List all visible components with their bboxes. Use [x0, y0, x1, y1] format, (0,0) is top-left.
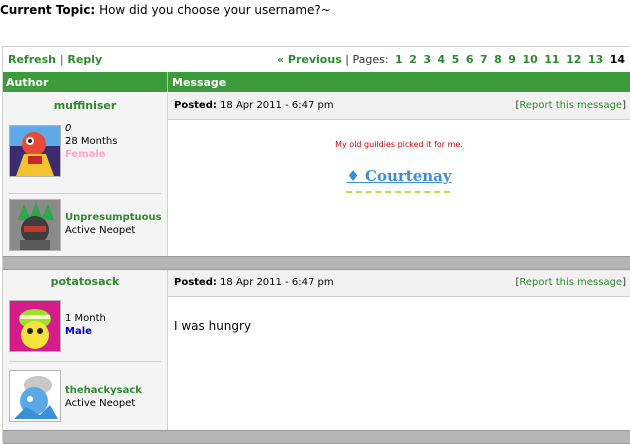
pages-label: | Pages:	[345, 53, 389, 66]
pet-info: thehackysack Active Neopet	[65, 384, 142, 410]
report-area: [Report this message]	[515, 277, 626, 288]
current-page: 14	[609, 53, 625, 66]
page-link-10[interactable]: 10	[522, 53, 537, 66]
author-gender: Female	[65, 149, 106, 160]
author-stats: 0 28 Months Female	[65, 122, 117, 161]
report-area: [Report this message]	[515, 100, 626, 111]
user-avatar[interactable]	[9, 300, 61, 352]
page-link-7[interactable]: 7	[480, 53, 488, 66]
report-message-link[interactable]: Report this message	[519, 100, 622, 111]
page-link-13[interactable]: 13	[588, 53, 603, 66]
author-stats: 1 Month Male	[65, 312, 106, 338]
posted-date: 18 Apr 2011 - 6:47 pm	[220, 277, 334, 288]
pet-avatar-image[interactable]	[9, 199, 61, 251]
nav-separator: |	[59, 53, 64, 66]
signature[interactable]: ♦ Courtenay	[168, 167, 630, 185]
pet-name[interactable]: thehackysack	[65, 384, 142, 397]
page-link-9[interactable]: 9	[508, 53, 516, 66]
message-body: My old guildies picked it for me.	[335, 140, 463, 149]
post-separator	[3, 430, 630, 444]
post-1-pet-row: Unpresumptuous Active Neopet	[3, 193, 167, 256]
author-username[interactable]: muffiniser	[3, 99, 167, 112]
page-link-6[interactable]: 6	[466, 53, 474, 66]
topic-title: How did you choose your username?~	[99, 3, 331, 17]
post-separator	[3, 256, 630, 270]
author-panel: potatosack 1 Month Male thehackysack Act…	[3, 270, 168, 430]
current-topic: Current Topic: How did you choose your u…	[0, 3, 331, 17]
posted-info: Posted: 18 Apr 2011 - 6:47 pm	[174, 100, 334, 111]
author-username[interactable]: potatosack	[3, 275, 167, 288]
author-divider	[9, 361, 161, 362]
post-2: potatosack 1 Month Male thehackysack Act…	[3, 270, 630, 430]
author-gender: Male	[65, 326, 92, 337]
thread-navbar: Refresh | Reply « Previous | Pages: 1 2 …	[3, 47, 630, 71]
page-link-5[interactable]: 5	[452, 53, 460, 66]
previous-page-link[interactable]: « Previous	[277, 53, 342, 66]
page-link-1[interactable]: 1	[395, 53, 403, 66]
report-message-link[interactable]: Report this message	[519, 277, 622, 288]
page-link-2[interactable]: 2	[409, 53, 417, 66]
author-age: 1 Month	[65, 313, 106, 324]
posted-info: Posted: 18 Apr 2011 - 6:47 pm	[174, 277, 334, 288]
table-header: Author Message	[3, 72, 630, 92]
pet-divider	[9, 193, 161, 194]
pagination: « Previous | Pages: 1 2 3 4 5 6 7 8 9 10…	[277, 53, 625, 66]
pet-info: Unpresumptuous Active Neopet	[65, 211, 162, 237]
author-age: 28 Months	[65, 136, 118, 147]
user-avatar[interactable]	[9, 125, 61, 177]
posted-label: Posted:	[174, 100, 217, 111]
pet-name[interactable]: Unpresumptuous	[65, 211, 162, 224]
page-link-12[interactable]: 12	[566, 53, 581, 66]
pet-status: Active Neopet	[65, 398, 136, 409]
refresh-link[interactable]: Refresh	[8, 53, 56, 66]
message-panel: Posted: 18 Apr 2011 - 6:47 pm [Report th…	[168, 93, 630, 256]
posted-bar: Posted: 18 Apr 2011 - 6:47 pm [Report th…	[168, 93, 630, 120]
signature-dashes	[346, 191, 450, 193]
topic-label: Current Topic:	[0, 3, 96, 17]
author-stat-count: 0	[65, 123, 72, 134]
page-link-8[interactable]: 8	[494, 53, 502, 66]
posted-label: Posted:	[174, 277, 217, 288]
author-column-header: Author	[6, 76, 49, 89]
page-link-4[interactable]: 4	[438, 53, 446, 66]
pet-status: Active Neopet	[65, 225, 136, 236]
reply-link[interactable]: Reply	[67, 53, 102, 66]
posted-date: 18 Apr 2011 - 6:47 pm	[220, 100, 334, 111]
message-body: I was hungry	[174, 319, 252, 333]
page-link-11[interactable]: 11	[544, 53, 559, 66]
pet-avatar-image[interactable]	[9, 370, 61, 422]
page-link-3[interactable]: 3	[423, 53, 431, 66]
thread-board: Refresh | Reply « Previous | Pages: 1 2 …	[2, 46, 630, 444]
header-divider	[167, 72, 168, 92]
message-panel: Posted: 18 Apr 2011 - 6:47 pm [Report th…	[168, 270, 630, 430]
message-column-header: Message	[172, 76, 227, 89]
posted-bar: Posted: 18 Apr 2011 - 6:47 pm [Report th…	[168, 270, 630, 297]
